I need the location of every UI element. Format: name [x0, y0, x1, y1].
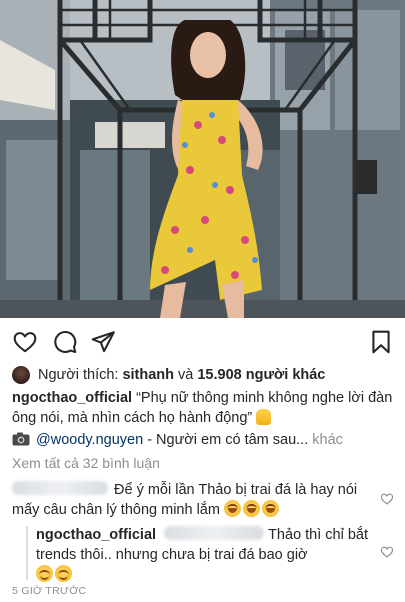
post-actions-bar: [0, 318, 405, 364]
heart-icon[interactable]: [12, 329, 38, 355]
likes-prefix: Người thích:: [38, 367, 119, 383]
hidden-username: [12, 481, 108, 495]
thumbs-up-emoji-icon: [256, 409, 272, 425]
post-photo[interactable]: [0, 0, 405, 318]
view-all-comments-link[interactable]: Xem tất cả 32 bình luận: [12, 455, 160, 471]
photo-illustration: [0, 0, 405, 318]
laughing-emoji-icon: [242, 500, 260, 517]
reply-username[interactable]: ngocthao_official: [36, 527, 156, 543]
comment-item: Để ý mỗi lần Thảo bị trai đá là hay nói …: [12, 480, 367, 520]
bookmark-icon[interactable]: [368, 329, 394, 355]
caption-more-link[interactable]: khác: [312, 432, 343, 448]
hidden-mention: [164, 526, 265, 540]
caption-username[interactable]: ngocthao_official: [12, 390, 132, 406]
smiling-emoji-icon: [55, 565, 72, 582]
reply-item: ngocthao_official Thảo thì chỉ bắt trend…: [36, 525, 371, 585]
reply-heart-icon[interactable]: [380, 545, 394, 559]
reply-thread-line: [26, 526, 28, 580]
likes-row[interactable]: Người thích: sithanh và 15.908 người khá…: [12, 364, 329, 386]
liker-username[interactable]: sithanh: [122, 367, 174, 383]
comment-icon[interactable]: [52, 329, 78, 355]
caption-mention[interactable]: @woody.nguyen: [36, 432, 143, 448]
comment-heart-icon[interactable]: [380, 492, 394, 506]
camera-icon: [12, 432, 30, 446]
post-timestamp: 5 GIỜ TRƯỚC: [12, 585, 87, 597]
caption-mention-line: @woody.nguyen - Người em có tâm sau... k…: [12, 430, 343, 450]
laughing-emoji-icon: [261, 500, 279, 517]
caption-continuation: - Người em có tâm sau...: [147, 432, 309, 448]
post-caption: ngocthao_official “Phụ nữ thông minh khô…: [12, 388, 397, 428]
likes-count[interactable]: 15.908 người khác: [197, 367, 325, 383]
send-icon[interactable]: [90, 329, 116, 355]
smiling-emoji-icon: [36, 565, 53, 582]
laughing-emoji-icon: [223, 500, 241, 517]
avatar: [12, 366, 30, 384]
likes-joiner: và: [178, 367, 194, 383]
